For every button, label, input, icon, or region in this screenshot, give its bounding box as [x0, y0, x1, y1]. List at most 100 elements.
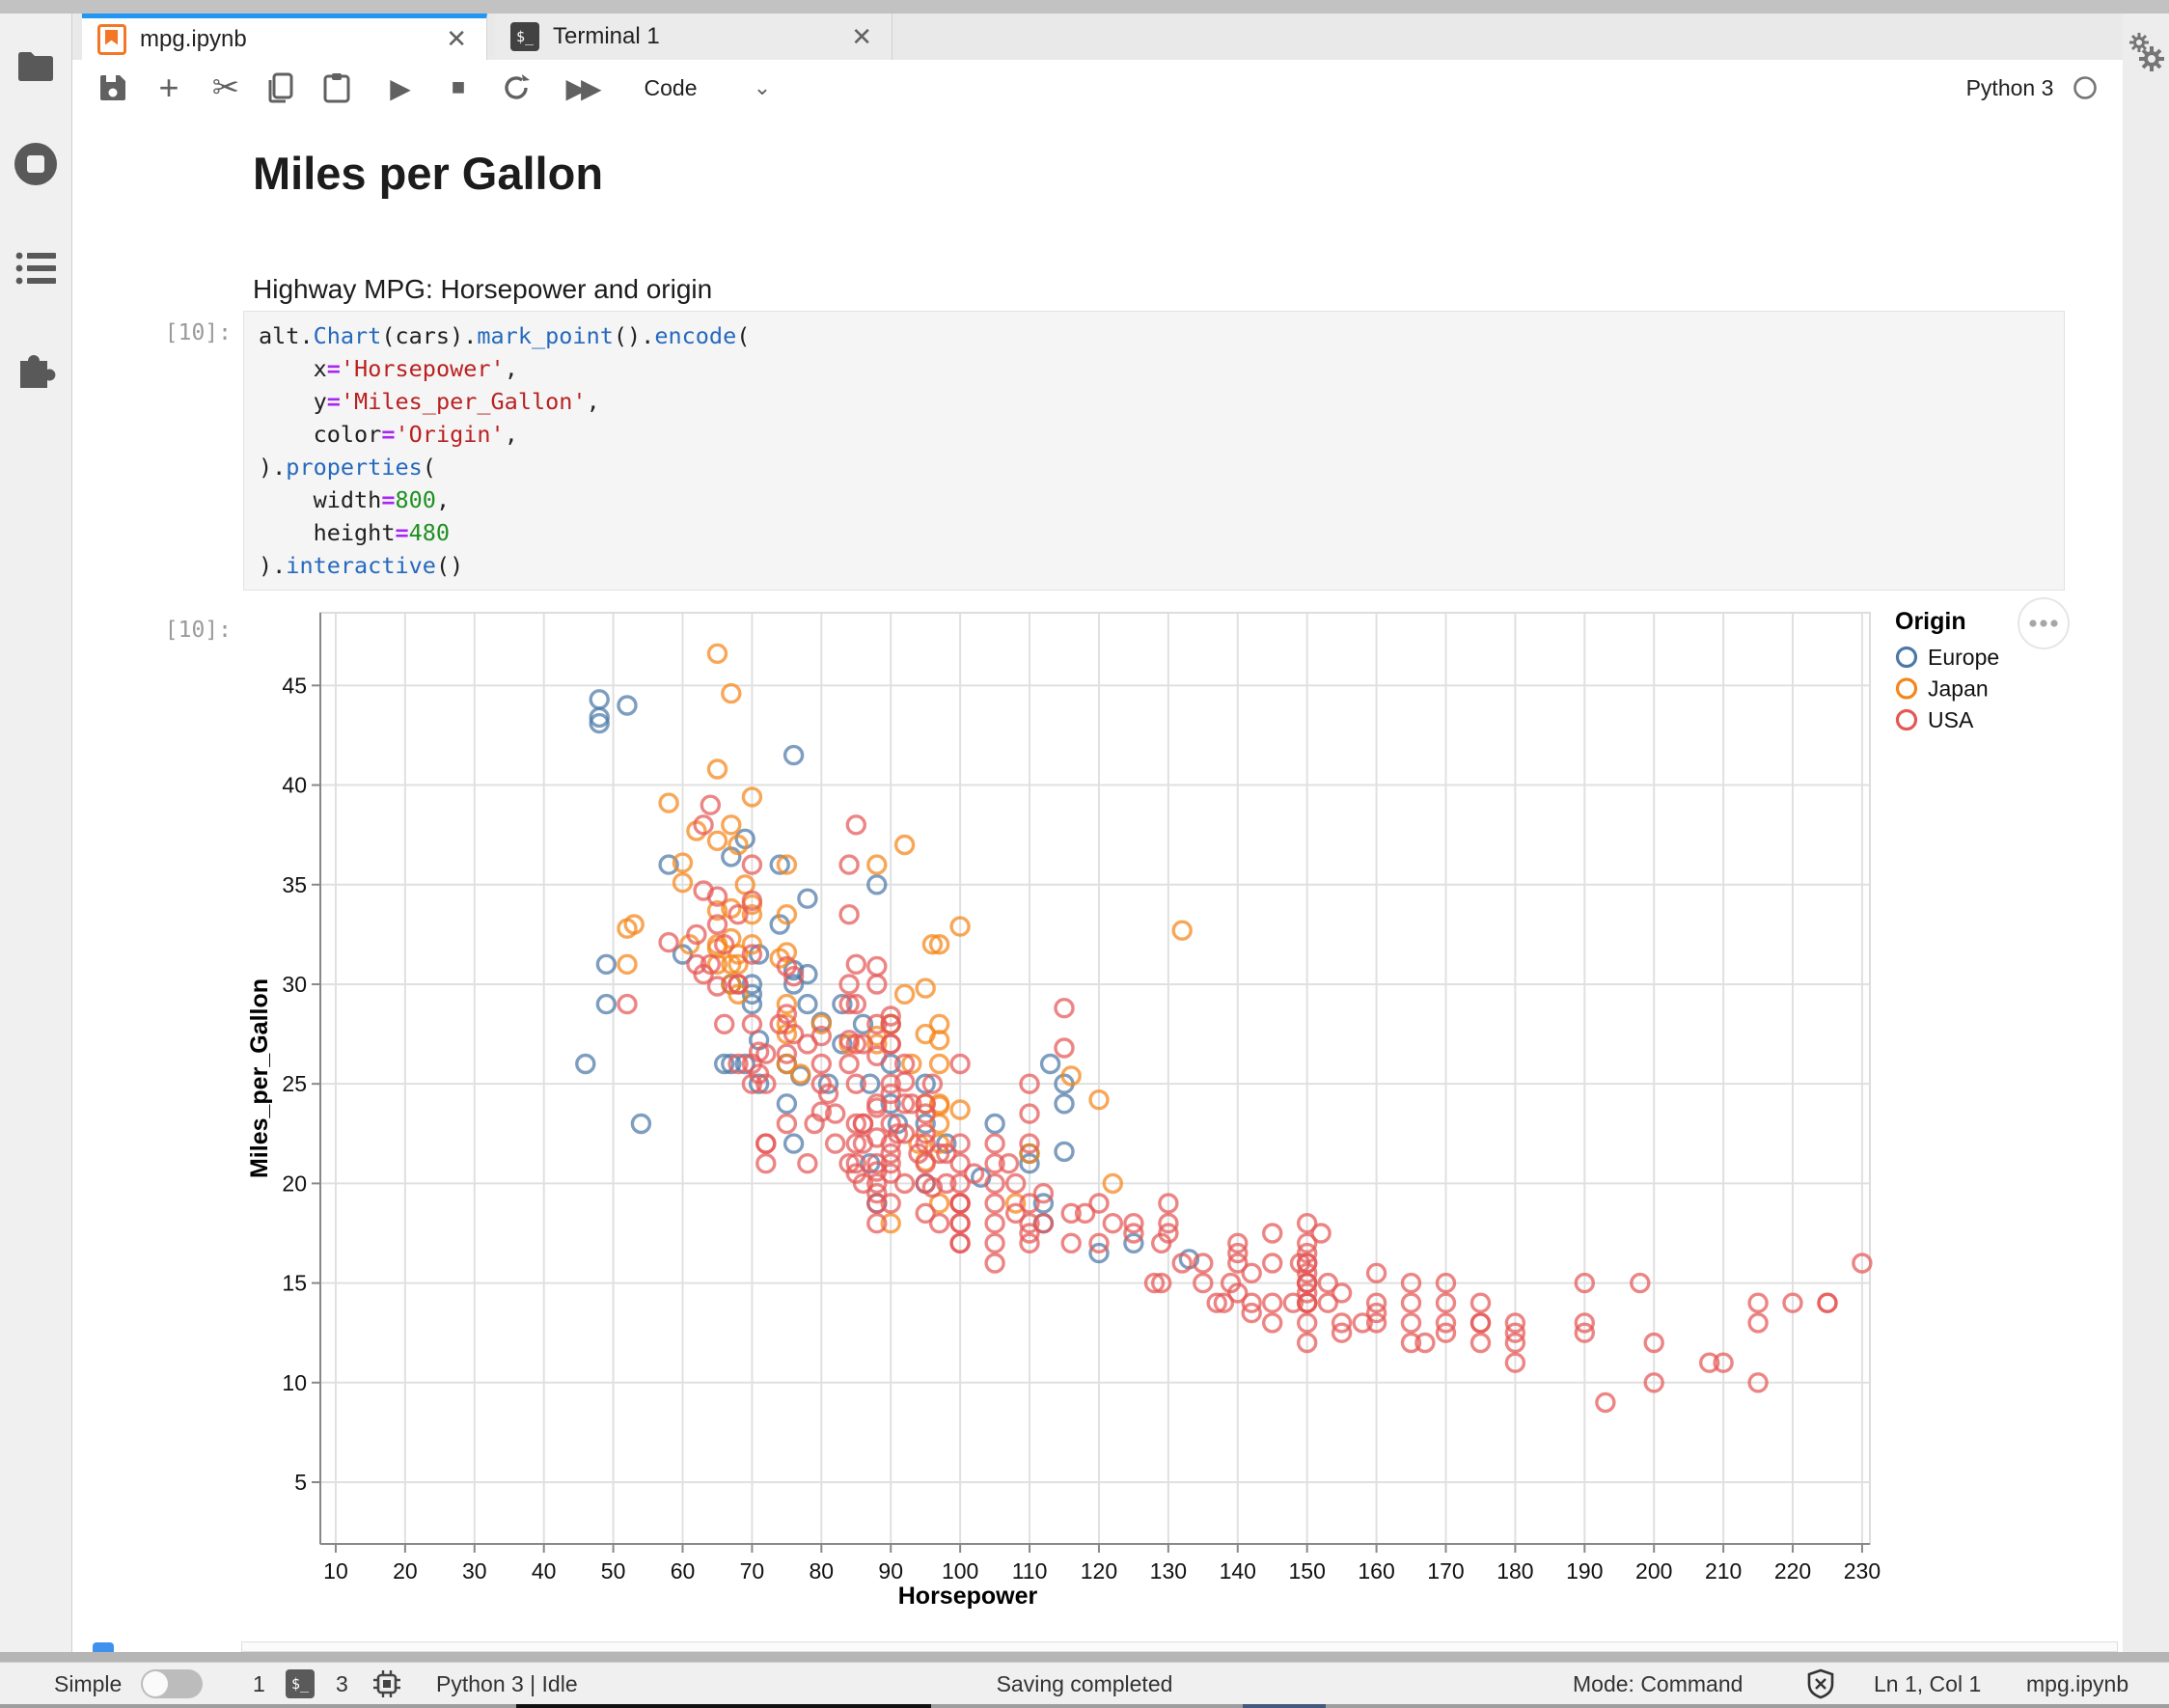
y-tick-label: 15 [282, 1271, 307, 1296]
data-point-usa [1472, 1314, 1490, 1332]
screen-bottom-edge [0, 1704, 2169, 1708]
data-point-usa [1243, 1264, 1260, 1281]
data-point-japan [868, 856, 886, 873]
trust-shield-icon[interactable] [1806, 1663, 1835, 1705]
x-tick-label: 60 [671, 1558, 696, 1584]
status-message: Saving completed [997, 1663, 1173, 1705]
data-point-usa [868, 957, 886, 975]
x-tick-label: 50 [601, 1558, 626, 1584]
data-point-usa [827, 1135, 844, 1152]
y-axis-title: Miles_per_Gallon [246, 978, 273, 1178]
x-tick-label: 140 [1220, 1558, 1256, 1584]
data-point-usa [847, 816, 865, 834]
data-point-usa [1403, 1294, 1420, 1311]
data-point-europe [986, 1116, 1003, 1133]
data-point-usa [1264, 1294, 1281, 1311]
terminal-badge-icon[interactable]: $_ [286, 1663, 315, 1705]
legend-label: USA [1928, 707, 1974, 732]
x-tick-label: 150 [1288, 1558, 1325, 1584]
cursor-position[interactable]: Ln 1, Col 1 [1874, 1663, 1981, 1705]
data-point-usa [1333, 1284, 1351, 1302]
data-point-usa [1062, 1234, 1080, 1252]
data-point-usa [1056, 1039, 1073, 1057]
data-point-japan [896, 985, 914, 1003]
data-point-usa [917, 1204, 934, 1222]
cell-collapser[interactable] [93, 1642, 114, 1652]
data-point-japan [917, 979, 934, 997]
kernel-chip-icon[interactable] [372, 1663, 401, 1705]
data-point-usa [986, 1234, 1003, 1252]
y-tick-label: 20 [282, 1171, 307, 1196]
data-point-usa [701, 796, 719, 813]
data-point-japan [618, 955, 636, 973]
plot-border [320, 613, 1870, 1544]
data-point-usa [1264, 1314, 1281, 1332]
y-tick-label: 5 [294, 1470, 307, 1495]
kernel-count: 3 [336, 1663, 348, 1705]
x-tick-label: 210 [1705, 1558, 1742, 1584]
data-point-japan [709, 645, 727, 662]
legend-swatch-usa [1898, 711, 1916, 730]
y-tick-label: 45 [282, 673, 307, 698]
data-point-usa [1749, 1314, 1767, 1332]
data-point-usa [716, 1015, 733, 1033]
data-point-europe [577, 1056, 594, 1073]
x-tick-label: 180 [1496, 1558, 1533, 1584]
toggle-knob [143, 1671, 168, 1696]
statusbar-filename: mpg.ipynb [2026, 1663, 2128, 1705]
data-point-europe [618, 697, 636, 714]
data-point-europe [1056, 1143, 1073, 1160]
data-point-japan [896, 837, 914, 854]
x-tick-label: 70 [740, 1558, 765, 1584]
jupyterlab-window: { "colors": { "accent_blue": "#2196f3", … [0, 0, 2169, 1708]
data-point-usa [618, 996, 636, 1013]
x-axis-title: Horsepower [898, 1583, 1038, 1610]
x-tick-label: 20 [393, 1558, 418, 1584]
data-point-usa [868, 1047, 886, 1064]
legend-swatch-japan [1898, 679, 1916, 698]
data-point-europe [785, 747, 803, 764]
x-tick-label: 230 [1844, 1558, 1881, 1584]
window-frame-strip [0, 1652, 2169, 1662]
data-point-usa [1403, 1314, 1420, 1332]
data-point-europe [799, 996, 816, 1013]
data-point-europe [1056, 1095, 1073, 1113]
y-tick-label: 30 [282, 972, 307, 997]
data-point-japan [723, 685, 740, 702]
edge-segment [1243, 1704, 1326, 1708]
y-tick-label: 35 [282, 872, 307, 897]
y-tick-label: 40 [282, 773, 307, 798]
data-point-usa [799, 1155, 816, 1172]
legend-swatch-europe [1898, 648, 1916, 667]
data-point-usa [778, 1116, 795, 1133]
data-point-europe [632, 1116, 649, 1133]
x-tick-label: 10 [323, 1558, 348, 1584]
data-point-japan [709, 760, 727, 778]
data-point-usa [660, 934, 677, 951]
edge-segment [516, 1704, 931, 1708]
x-tick-label: 220 [1774, 1558, 1811, 1584]
x-tick-label: 120 [1081, 1558, 1117, 1584]
legend-label: Japan [1928, 676, 1989, 702]
data-point-europe [778, 1095, 795, 1113]
horizontal-scrollbar[interactable] [241, 1641, 2118, 1652]
command-mode-indicator[interactable]: Mode: Command [1573, 1663, 1743, 1705]
data-point-europe [590, 691, 608, 708]
data-point-usa [1056, 1000, 1073, 1017]
terminal-count: 1 [253, 1663, 265, 1705]
legend-label: Europe [1928, 645, 1999, 670]
data-point-japan [709, 832, 727, 849]
x-tick-label: 110 [1012, 1558, 1048, 1584]
x-tick-label: 130 [1150, 1558, 1187, 1584]
data-point-usa [986, 1135, 1003, 1152]
x-tick-label: 200 [1635, 1558, 1672, 1584]
kernel-status-text[interactable]: Python 3 | Idle [436, 1663, 578, 1705]
x-tick-label: 190 [1566, 1558, 1603, 1584]
data-point-usa [1264, 1225, 1281, 1242]
x-tick-label: 100 [942, 1558, 978, 1584]
ellipsis-button[interactable] [2018, 598, 2069, 648]
data-point-usa [986, 1254, 1003, 1272]
x-tick-label: 160 [1358, 1558, 1394, 1584]
x-tick-label: 90 [878, 1558, 903, 1584]
simple-mode-toggle[interactable] [141, 1669, 203, 1698]
